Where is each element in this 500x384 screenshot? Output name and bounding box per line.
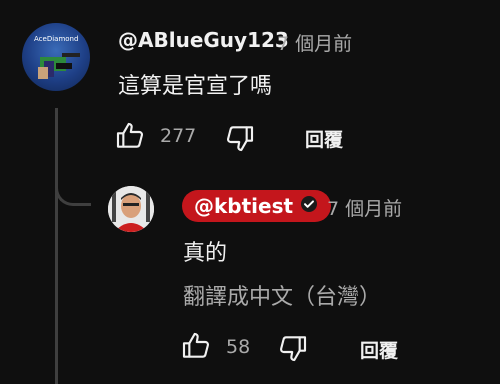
comment-text: 這算是官宣了嗎	[118, 74, 273, 99]
reply-reply-button[interactable]: 回覆	[360, 336, 398, 363]
reply-like-button[interactable]	[180, 330, 212, 362]
thread-connector-curve	[55, 170, 91, 206]
reply-like-count: 58	[226, 336, 251, 358]
thumbs-down-icon	[277, 332, 309, 364]
avatar[interactable]: AceDiamond	[22, 23, 90, 91]
reply-author: @kbtiest	[194, 194, 294, 218]
thread-connector-line	[55, 108, 58, 384]
like-count: 277	[160, 125, 197, 147]
thumbs-down-icon	[224, 122, 256, 154]
dislike-button[interactable]	[224, 122, 256, 154]
thumbs-up-icon	[180, 330, 212, 362]
like-button[interactable]	[114, 120, 146, 152]
reply-button[interactable]: 回覆	[305, 125, 343, 152]
comment-author[interactable]: @ABlueGuy123	[118, 28, 289, 52]
translate-link[interactable]: 翻譯成中文（台灣）	[183, 279, 381, 311]
verified-check-icon	[299, 194, 319, 218]
reply-dislike-button[interactable]	[277, 332, 309, 364]
avatar-label: AceDiamond	[34, 35, 79, 43]
thumbs-up-icon	[114, 120, 146, 152]
creator-badge[interactable]: @kbtiest	[182, 190, 332, 222]
reply-timestamp[interactable]: 7 個月前	[327, 194, 402, 221]
reply-text: 真的	[183, 241, 228, 266]
comment-timestamp[interactable]: 7 個月前	[277, 29, 352, 56]
reply-avatar[interactable]	[108, 186, 154, 232]
